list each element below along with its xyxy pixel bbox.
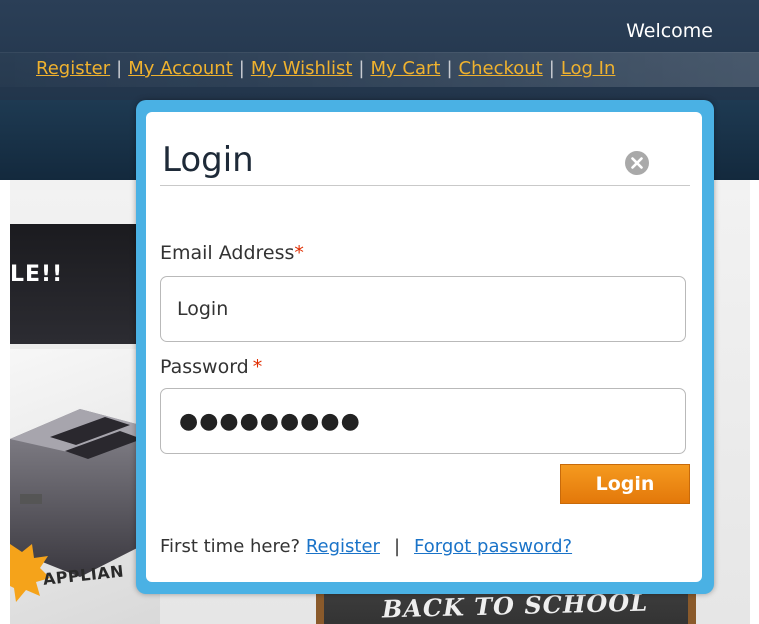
first-time-text: First time here? — [160, 536, 301, 557]
modal-footer: First time here? Register | Forgot passwor… — [160, 536, 572, 557]
footer-separator: | — [393, 536, 401, 557]
close-icon[interactable] — [624, 150, 650, 176]
password-input[interactable]: ●●●●●●●●● — [160, 388, 686, 454]
my-account-link[interactable]: My Account — [128, 58, 233, 79]
link-separator: | — [446, 58, 453, 79]
log-in-link[interactable]: Log In — [561, 58, 616, 79]
password-label-text: Password — [160, 356, 249, 378]
modal-title: Login — [162, 140, 254, 180]
register-link[interactable]: Register — [36, 58, 110, 79]
site-header: Welcome Register | My Account | My Wishlist |… — [0, 0, 759, 100]
checkout-link[interactable]: Checkout — [459, 58, 543, 79]
link-separator: | — [358, 58, 365, 79]
top-links: Register | My Account | My Wishlist | My Cart |… — [36, 58, 615, 79]
required-marker: * — [294, 242, 304, 264]
email-input[interactable] — [160, 276, 686, 342]
login-button[interactable]: Login — [560, 464, 690, 504]
top-links-bar: Register | My Account | My Wishlist | My Cart |… — [0, 52, 759, 87]
forgot-password-link[interactable]: Forgot password? — [414, 536, 572, 557]
title-divider — [160, 185, 690, 186]
page: Welcome Register | My Account | My Wishlist |… — [0, 0, 759, 624]
banner-headline: LE!! — [10, 262, 64, 287]
password-mask: ●●●●●●●●● — [179, 409, 361, 434]
email-label-text: Email Address — [160, 242, 295, 264]
welcome-text: Welcome — [626, 20, 713, 42]
link-separator: | — [238, 58, 245, 79]
link-separator: | — [116, 58, 123, 79]
my-wishlist-link[interactable]: My Wishlist — [251, 58, 353, 79]
my-cart-link[interactable]: My Cart — [370, 58, 440, 79]
password-label: Password * — [160, 356, 262, 378]
email-label: Email Address* — [160, 242, 304, 264]
required-marker: * — [252, 356, 263, 378]
login-modal: Login Email Address* Password* ●●●●●●●●●… — [146, 112, 702, 582]
modal-register-link[interactable]: Register — [306, 536, 380, 557]
link-separator: | — [548, 58, 555, 79]
